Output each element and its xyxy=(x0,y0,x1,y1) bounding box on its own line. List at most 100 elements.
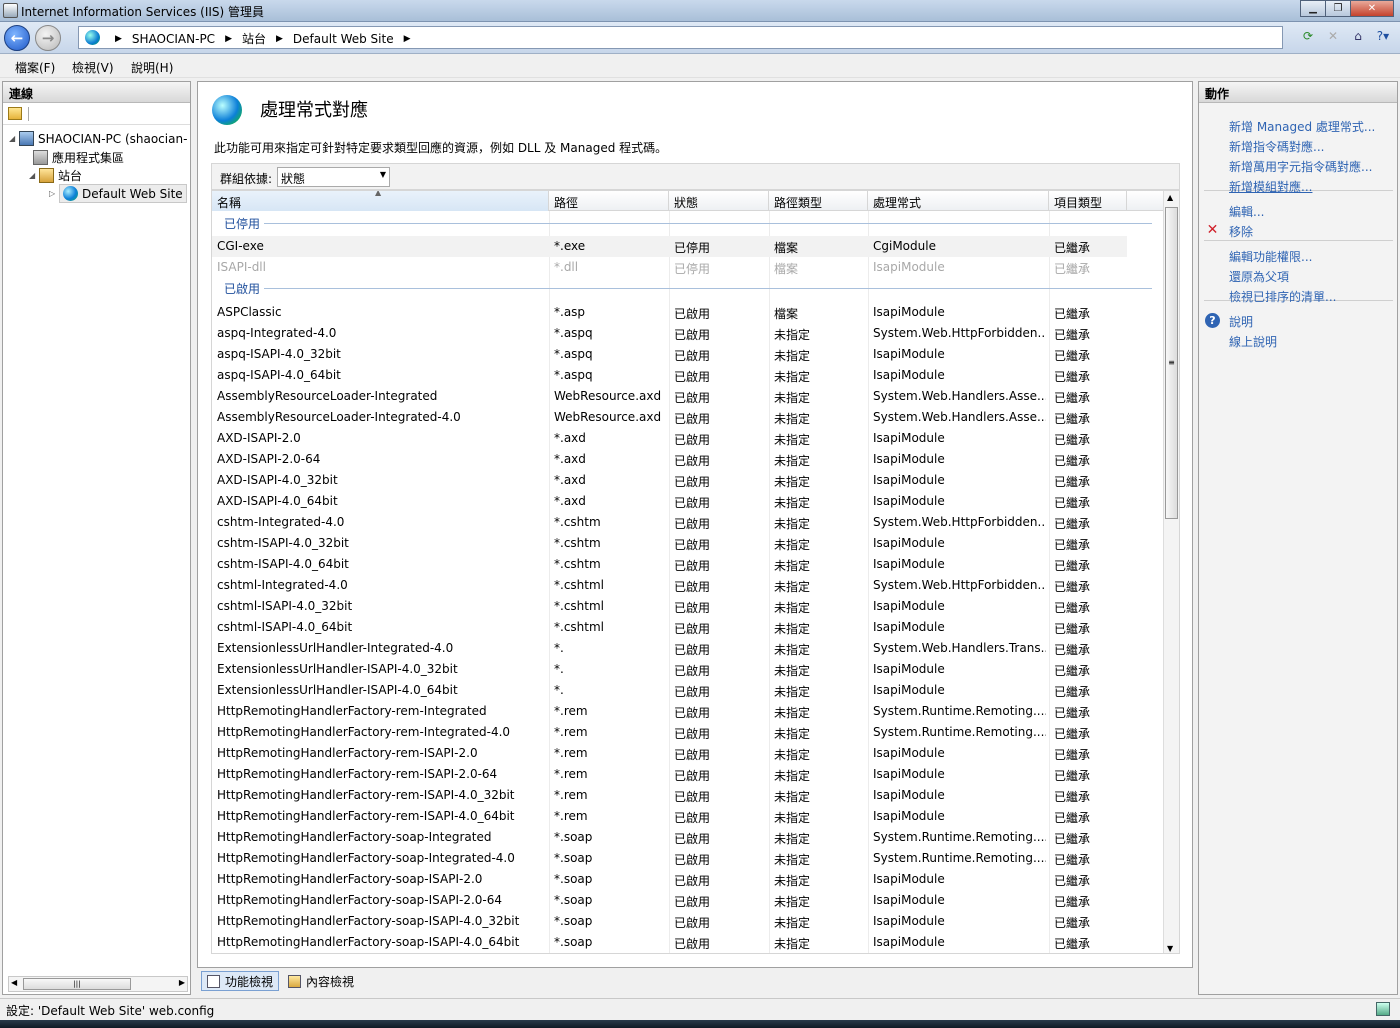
table-row[interactable]: cshtm-Integrated-4.0 *.cshtm 已啟用 未指定 System.… xyxy=(212,512,1164,533)
collapse-icon[interactable]: ◢ xyxy=(9,134,19,143)
action-link[interactable]: 新增萬用字元指令碼對應... xyxy=(1229,158,1372,175)
table-row[interactable]: cshtml-ISAPI-4.0_64bit *.cshtml 已啟用 未指定 Isap… xyxy=(212,617,1164,638)
table-cell: 已啟用 xyxy=(674,916,711,930)
breadcrumb-item-sites[interactable]: 站台 xyxy=(242,30,266,47)
action-link[interactable]: 新增指令碼對應... xyxy=(1229,138,1324,155)
column-header[interactable]: 項目類型 xyxy=(1049,191,1127,211)
scroll-left-icon[interactable]: ◀ xyxy=(11,978,17,987)
table-row[interactable]: HttpRemotingHandlerFactory-soap-Integrat… xyxy=(212,827,1164,848)
column-header[interactable]: 路徑類型 xyxy=(769,191,868,211)
table-row[interactable]: aspq-ISAPI-4.0_32bit *.aspq 已啟用 未指定 IsapiMod… xyxy=(212,344,1164,365)
group-header[interactable]: 已停用 xyxy=(212,213,1164,233)
table-row[interactable]: cshtm-ISAPI-4.0_32bit *.cshtm 已啟用 未指定 IsapiM… xyxy=(212,533,1164,554)
back-button[interactable]: ← xyxy=(4,25,30,51)
help-icon[interactable]: ? xyxy=(1205,313,1220,328)
vertical-scrollbar[interactable]: ▲ ≡ ▼ xyxy=(1163,191,1179,953)
table-row[interactable]: ExtensionlessUrlHandler-ISAPI-4.0_64bit *… xyxy=(212,680,1164,701)
action-link[interactable]: 還原為父項 xyxy=(1229,268,1289,285)
table-row[interactable]: cshtml-ISAPI-4.0_32bit *.cshtml 已啟用 未指定 Isap… xyxy=(212,596,1164,617)
table-cell: 已繼承 xyxy=(1054,391,1091,405)
tree-node-sites[interactable]: ◢ 站台 xyxy=(29,167,82,184)
minimize-button[interactable]: ▁ xyxy=(1300,0,1326,17)
table-row[interactable]: HttpRemotingHandlerFactory-rem-ISAPI-4.0… xyxy=(212,806,1164,827)
home-icon[interactable]: ⌂ xyxy=(1347,26,1369,48)
scroll-right-icon[interactable]: ▶ xyxy=(179,978,185,987)
table-row[interactable]: HttpRemotingHandlerFactory-rem-Integrate… xyxy=(212,722,1164,743)
column-header[interactable]: 狀態 xyxy=(669,191,769,211)
table-cell: AXD-ISAPI-4.0_32bit xyxy=(217,473,338,487)
menu-view[interactable]: 檢視(V) xyxy=(72,59,114,76)
scroll-down-icon[interactable]: ▼ xyxy=(1167,944,1173,953)
table-cell: *.cshtm xyxy=(554,536,601,550)
action-link[interactable]: 檢視已排序的清單... xyxy=(1229,288,1336,305)
table-row[interactable]: HttpRemotingHandlerFactory-rem-ISAPI-4.0… xyxy=(212,785,1164,806)
action-link[interactable]: 編輯功能權限... xyxy=(1229,248,1312,265)
table-row[interactable]: CGI-exe *.exe 已停用 檔案 CgiModule 已繼承 xyxy=(212,236,1127,257)
table-row[interactable]: ExtensionlessUrlHandler-Integrated-4.0 *.… xyxy=(212,638,1164,659)
tree-node-default-web-site[interactable]: ▷ Default Web Site xyxy=(49,184,187,203)
column-header[interactable]: 路徑 xyxy=(549,191,669,211)
maximize-button[interactable]: ❐ xyxy=(1325,0,1351,17)
table-row[interactable]: ASPClassic *.asp 已啟用 檔案 IsapiModule 已繼承 xyxy=(212,302,1164,323)
table-row[interactable]: HttpRemotingHandlerFactory-soap-ISAPI-4.… xyxy=(212,911,1164,932)
tree-node-server[interactable]: ◢ SHAOCIAN-PC (shaocian- xyxy=(9,131,187,146)
stop-icon[interactable]: ✕ xyxy=(1322,26,1344,48)
table-row[interactable]: aspq-Integrated-4.0 *.aspq 已啟用 未指定 System.We… xyxy=(212,323,1164,344)
table-row[interactable]: HttpRemotingHandlerFactory-rem-ISAPI-2.0… xyxy=(212,743,1164,764)
table-row[interactable]: HttpRemotingHandlerFactory-soap-ISAPI-2.… xyxy=(212,869,1164,890)
help-dropdown-icon[interactable]: ?▾ xyxy=(1372,26,1394,48)
action-link[interactable]: 新增 Managed 處理常式... xyxy=(1229,118,1375,135)
address-bar[interactable]: ▶ SHAOCIAN-PC ▶ 站台 ▶ Default Web Site ▶ xyxy=(78,26,1283,49)
table-row[interactable]: cshtm-ISAPI-4.0_64bit *.cshtm 已啟用 未指定 IsapiM… xyxy=(212,554,1164,575)
table-cell: cshtml-Integrated-4.0 xyxy=(217,578,348,592)
action-link[interactable]: 編輯... xyxy=(1229,203,1264,220)
action-link[interactable]: 移除 xyxy=(1229,223,1253,240)
group-header[interactable]: 已啟用 xyxy=(212,278,1164,298)
horizontal-scrollbar[interactable]: ◀ ||| ▶ xyxy=(8,976,188,992)
menu-file[interactable]: 檔案(F) xyxy=(15,59,55,76)
table-row[interactable]: AXD-ISAPI-4.0_32bit *.axd 已啟用 未指定 IsapiModul… xyxy=(212,470,1164,491)
table-row[interactable]: HttpRemotingHandlerFactory-soap-ISAPI-2.… xyxy=(212,890,1164,911)
table-row[interactable]: HttpRemotingHandlerFactory-soap-ISAPI-4.… xyxy=(212,932,1164,953)
selected-node[interactable]: Default Web Site xyxy=(59,184,187,203)
scrollbar-thumb[interactable]: ||| xyxy=(23,978,131,990)
connect-icon[interactable] xyxy=(8,107,22,120)
breadcrumb-item-server[interactable]: SHAOCIAN-PC xyxy=(132,32,215,46)
group-by-select[interactable]: 狀態 ▼ xyxy=(277,167,390,187)
action-link[interactable]: 線上說明 xyxy=(1229,333,1277,350)
table-row[interactable]: AXD-ISAPI-4.0_64bit *.axd 已啟用 未指定 IsapiModul… xyxy=(212,491,1164,512)
tab-content-view[interactable]: 內容檢視 xyxy=(283,971,359,991)
table-cell: HttpRemotingHandlerFactory-rem-Integrate… xyxy=(217,704,487,718)
scroll-up-icon[interactable]: ▲ xyxy=(1167,193,1173,202)
close-button[interactable]: ✕ xyxy=(1350,0,1394,17)
refresh-icon[interactable]: ⟳ xyxy=(1297,26,1319,48)
table-row[interactable]: AssemblyResourceLoader-Integrated-4.0 Web… xyxy=(212,407,1164,428)
table-row[interactable]: AssemblyResourceLoader-Integrated WebReso… xyxy=(212,386,1164,407)
action-link[interactable]: 說明 xyxy=(1229,313,1253,330)
column-header[interactable]: 處理常式 xyxy=(868,191,1049,211)
expand-icon[interactable]: ▷ xyxy=(49,189,59,198)
forward-button[interactable]: → xyxy=(35,25,61,51)
action-link[interactable]: 新增模組對應... xyxy=(1229,178,1312,195)
tree-node-app-pools[interactable]: 應用程式集區 xyxy=(33,149,124,166)
scrollbar-thumb[interactable]: ≡ xyxy=(1165,207,1178,519)
tab-features-view[interactable]: 功能檢視 xyxy=(201,971,280,991)
dropdown-arrow-icon[interactable]: ▼ xyxy=(380,170,386,179)
table-cell: IsapiModule xyxy=(873,809,945,823)
chevron-right-icon[interactable]: ▶ xyxy=(276,34,283,44)
remove-icon[interactable]: ✕ xyxy=(1205,223,1220,238)
table-row[interactable]: cshtml-Integrated-4.0 *.cshtml 已啟用 未指定 Syste… xyxy=(212,575,1164,596)
breadcrumb-item-site[interactable]: Default Web Site xyxy=(293,32,394,46)
table-row[interactable]: AXD-ISAPI-2.0 *.axd 已啟用 未指定 IsapiModule 已繼承 xyxy=(212,428,1164,449)
table-row[interactable]: AXD-ISAPI-2.0-64 *.axd 已啟用 未指定 IsapiModule 已繼… xyxy=(212,449,1164,470)
collapse-icon[interactable]: ◢ xyxy=(29,171,39,180)
table-row[interactable]: ISAPI-dll *.dll 已停用 檔案 IsapiModule 已繼承 xyxy=(212,257,1164,278)
chevron-right-icon[interactable]: ▶ xyxy=(225,34,232,44)
table-row[interactable]: aspq-ISAPI-4.0_64bit *.aspq 已啟用 未指定 IsapiMod… xyxy=(212,365,1164,386)
menu-help[interactable]: 說明(H) xyxy=(131,59,173,76)
table-row[interactable]: HttpRemotingHandlerFactory-rem-Integrate… xyxy=(212,701,1164,722)
chevron-right-icon[interactable]: ▶ xyxy=(404,34,411,44)
table-row[interactable]: ExtensionlessUrlHandler-ISAPI-4.0_32bit *… xyxy=(212,659,1164,680)
table-row[interactable]: HttpRemotingHandlerFactory-soap-Integrat… xyxy=(212,848,1164,869)
table-row[interactable]: HttpRemotingHandlerFactory-rem-ISAPI-2.0… xyxy=(212,764,1164,785)
